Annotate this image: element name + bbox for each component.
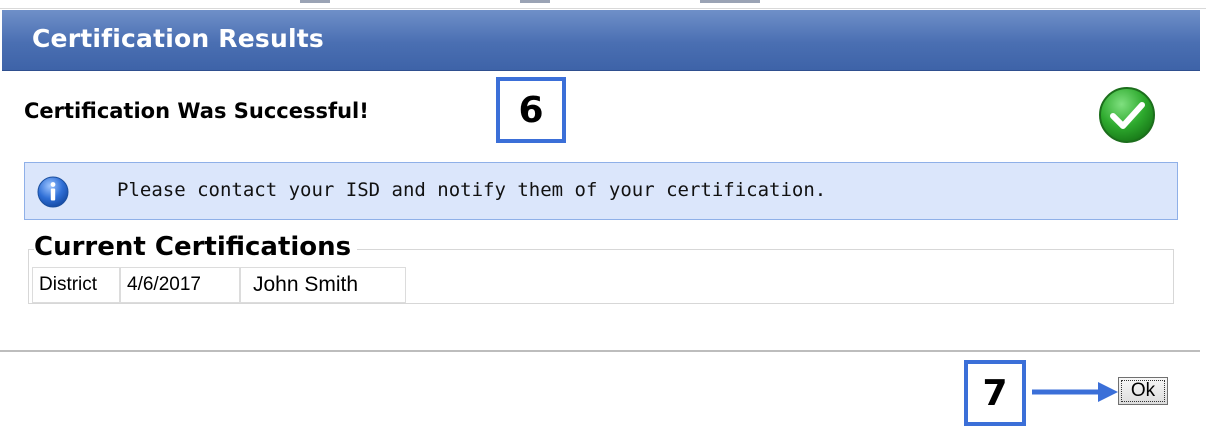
dialog-header: Certification Results <box>2 10 1200 71</box>
cert-type-cell: District <box>32 267 120 303</box>
dialog-title: Certification Results <box>32 24 324 53</box>
result-message: Certification Was Successful! <box>24 99 369 123</box>
top-fragment <box>300 0 330 3</box>
step-6-annotation: 6 <box>496 77 566 143</box>
cert-name-cell: John Smith <box>240 267 406 303</box>
current-certifications-legend: Current Certifications <box>34 232 358 262</box>
cert-date-cell: 4/6/2017 <box>120 267 240 303</box>
top-strip <box>0 0 1206 9</box>
step-7-annotation: 7 <box>964 360 1026 426</box>
check-circle-icon <box>1099 87 1155 143</box>
info-message: Please contact your ISD and notify them … <box>117 179 827 201</box>
top-fragment <box>520 0 550 3</box>
arrow-right-icon <box>1032 382 1118 402</box>
info-banner: Please contact your ISD and notify them … <box>24 162 1178 220</box>
footer-divider <box>0 350 1200 352</box>
ok-button[interactable]: Ok <box>1118 377 1168 405</box>
info-icon <box>37 176 69 208</box>
table-row: District 4/6/2017 John Smith <box>32 267 406 303</box>
top-fragment <box>700 0 760 3</box>
